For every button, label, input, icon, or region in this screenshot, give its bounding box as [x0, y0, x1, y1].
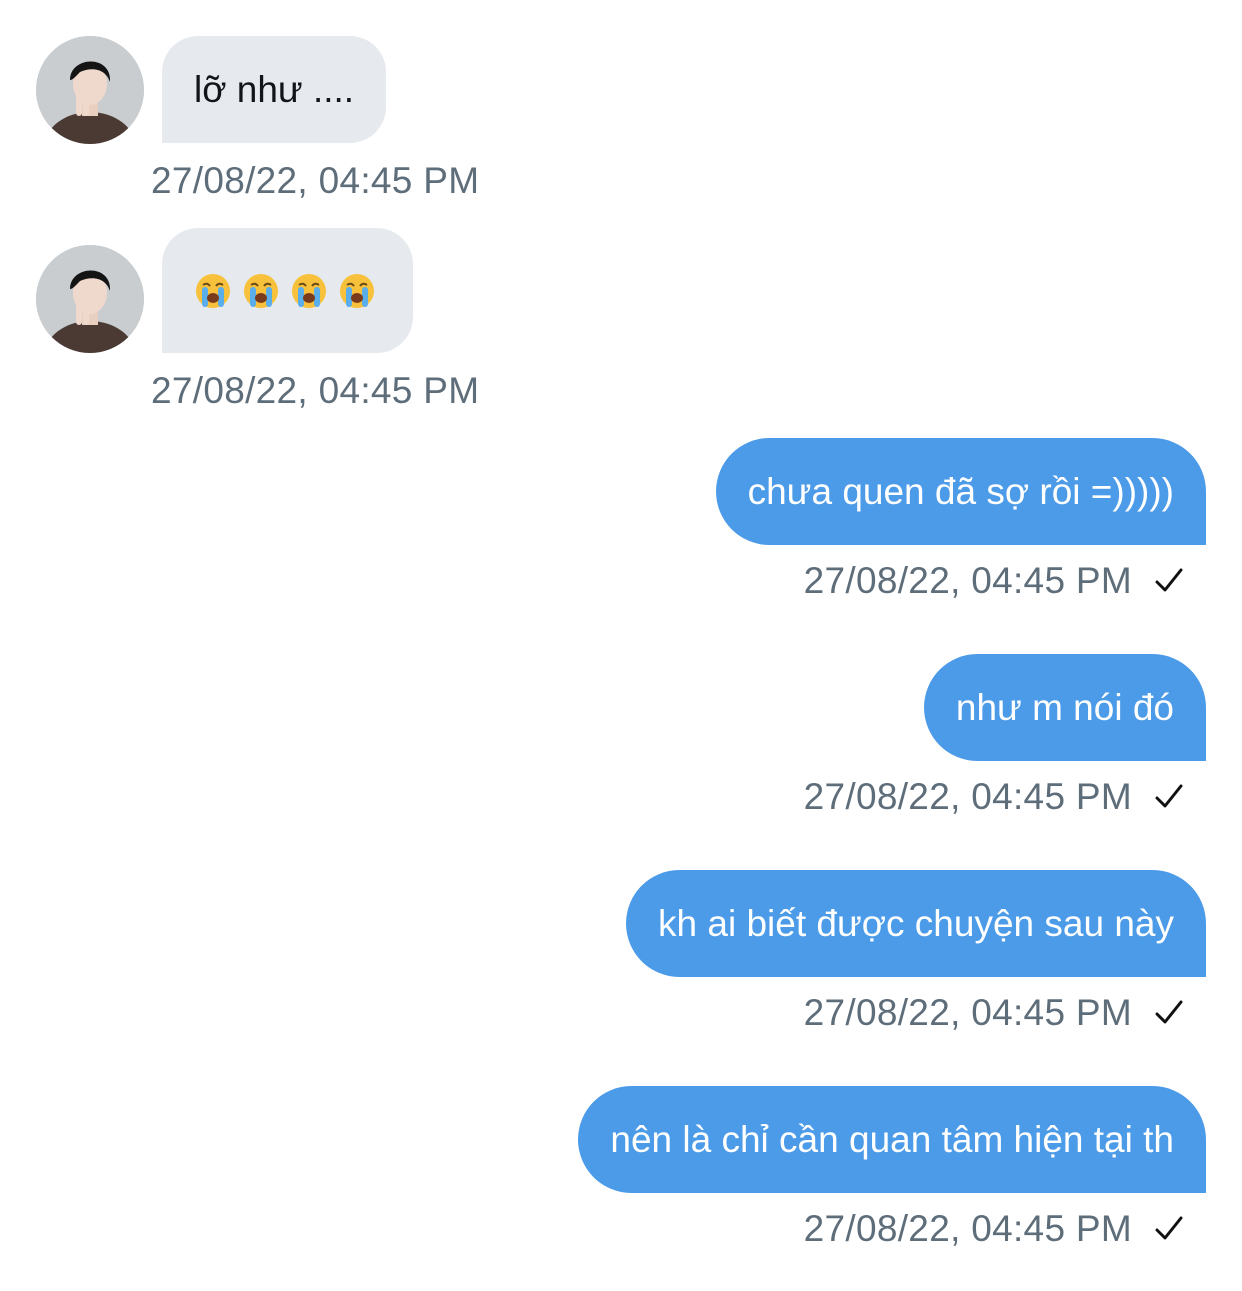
contact-avatar[interactable]	[36, 245, 144, 353]
outgoing-message-bubble[interactable]: kh ai biết được chuyện sau này	[626, 870, 1206, 977]
message-text: như m nói đó	[955, 687, 1174, 728]
loudly-crying-face-icon	[244, 273, 278, 308]
loudly-crying-face-icon	[196, 273, 230, 308]
incoming-message-bubble[interactable]: 😭😭😭😭	[162, 228, 413, 353]
message-timestamp: 27/08/22, 04:45 PM	[151, 160, 480, 201]
message-timestamp: 27/08/22, 04:45 PM	[803, 776, 1132, 817]
message-timestamp: 27/08/22, 04:45 PM	[803, 992, 1132, 1033]
message-timestamp: 27/08/22, 04:45 PM	[803, 560, 1132, 601]
message-text: lỡ như ....	[194, 69, 355, 110]
outgoing-message-bubble[interactable]: như m nói đó	[923, 654, 1206, 761]
message-meta: 27/08/22, 04:45 PM	[804, 992, 1186, 1034]
check-icon	[1155, 784, 1183, 808]
message-text: nên là chỉ cần quan tâm hiện tại th	[610, 1119, 1174, 1160]
check-icon	[1155, 1000, 1183, 1024]
contact-avatar[interactable]	[36, 36, 144, 144]
message-text: kh ai biết được chuyện sau này	[658, 903, 1174, 944]
message-timestamp: 27/08/22, 04:45 PM	[151, 370, 480, 411]
outgoing-message-bubble[interactable]: chưa quen đã sợ rồi =)))))	[715, 438, 1206, 545]
loudly-crying-face-icon	[340, 273, 374, 308]
message-meta: 27/08/22, 04:45 PM	[804, 1208, 1186, 1250]
message-text: chưa quen đã sợ rồi =)))))	[747, 471, 1174, 512]
check-icon	[1155, 568, 1183, 592]
check-icon	[1155, 1216, 1183, 1240]
message-timestamp: 27/08/22, 04:45 PM	[803, 1208, 1132, 1249]
message-meta: 27/08/22, 04:45 PM	[804, 560, 1186, 602]
message-meta: 27/08/22, 04:45 PM	[804, 776, 1186, 818]
incoming-message-bubble[interactable]: lỡ như ....	[162, 36, 387, 143]
outgoing-message-bubble[interactable]: nên là chỉ cần quan tâm hiện tại th	[578, 1086, 1206, 1193]
loudly-crying-face-icon	[292, 273, 326, 308]
